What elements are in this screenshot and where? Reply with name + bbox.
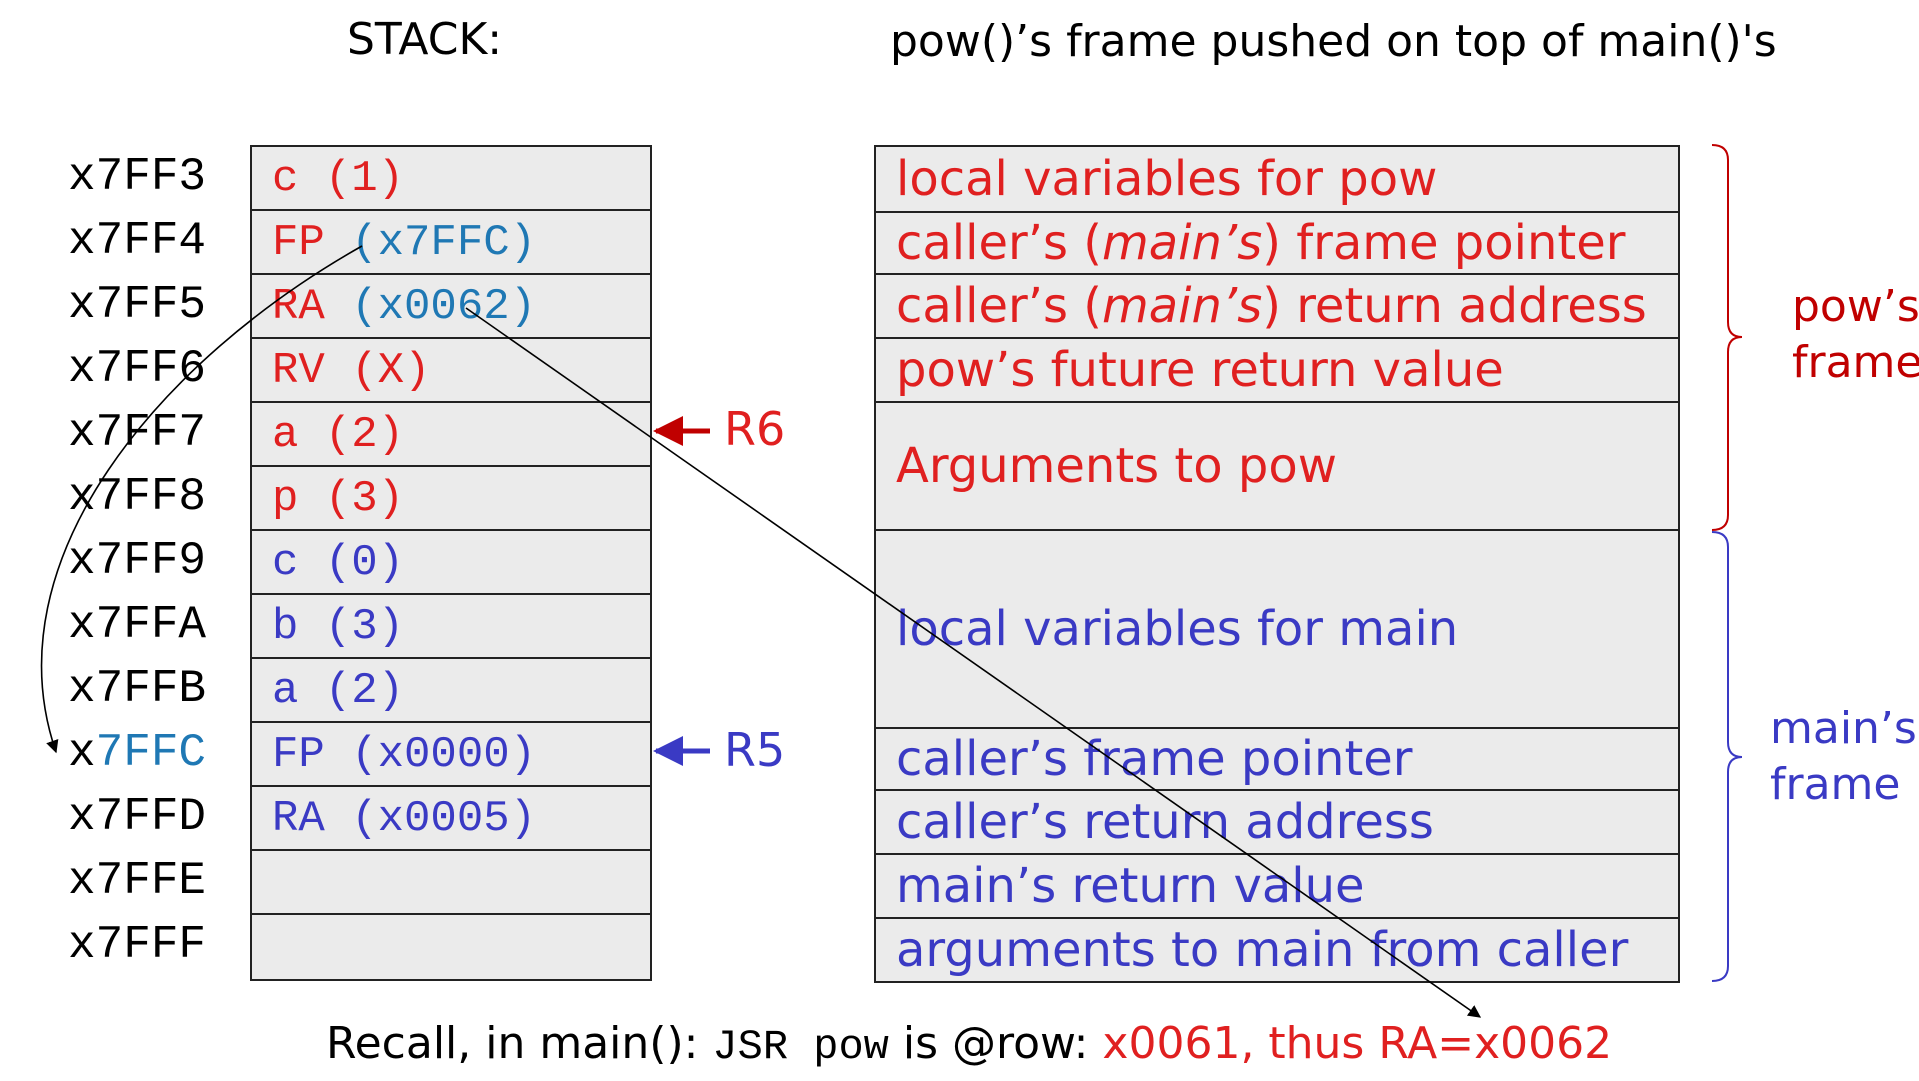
fp-link-arrow [40,245,363,754]
diagram-overlay [40,144,1743,1018]
ra-link-arrow [465,307,1482,1018]
main-frame-brace [1711,531,1743,982]
pow-frame-brace [1711,144,1743,531]
